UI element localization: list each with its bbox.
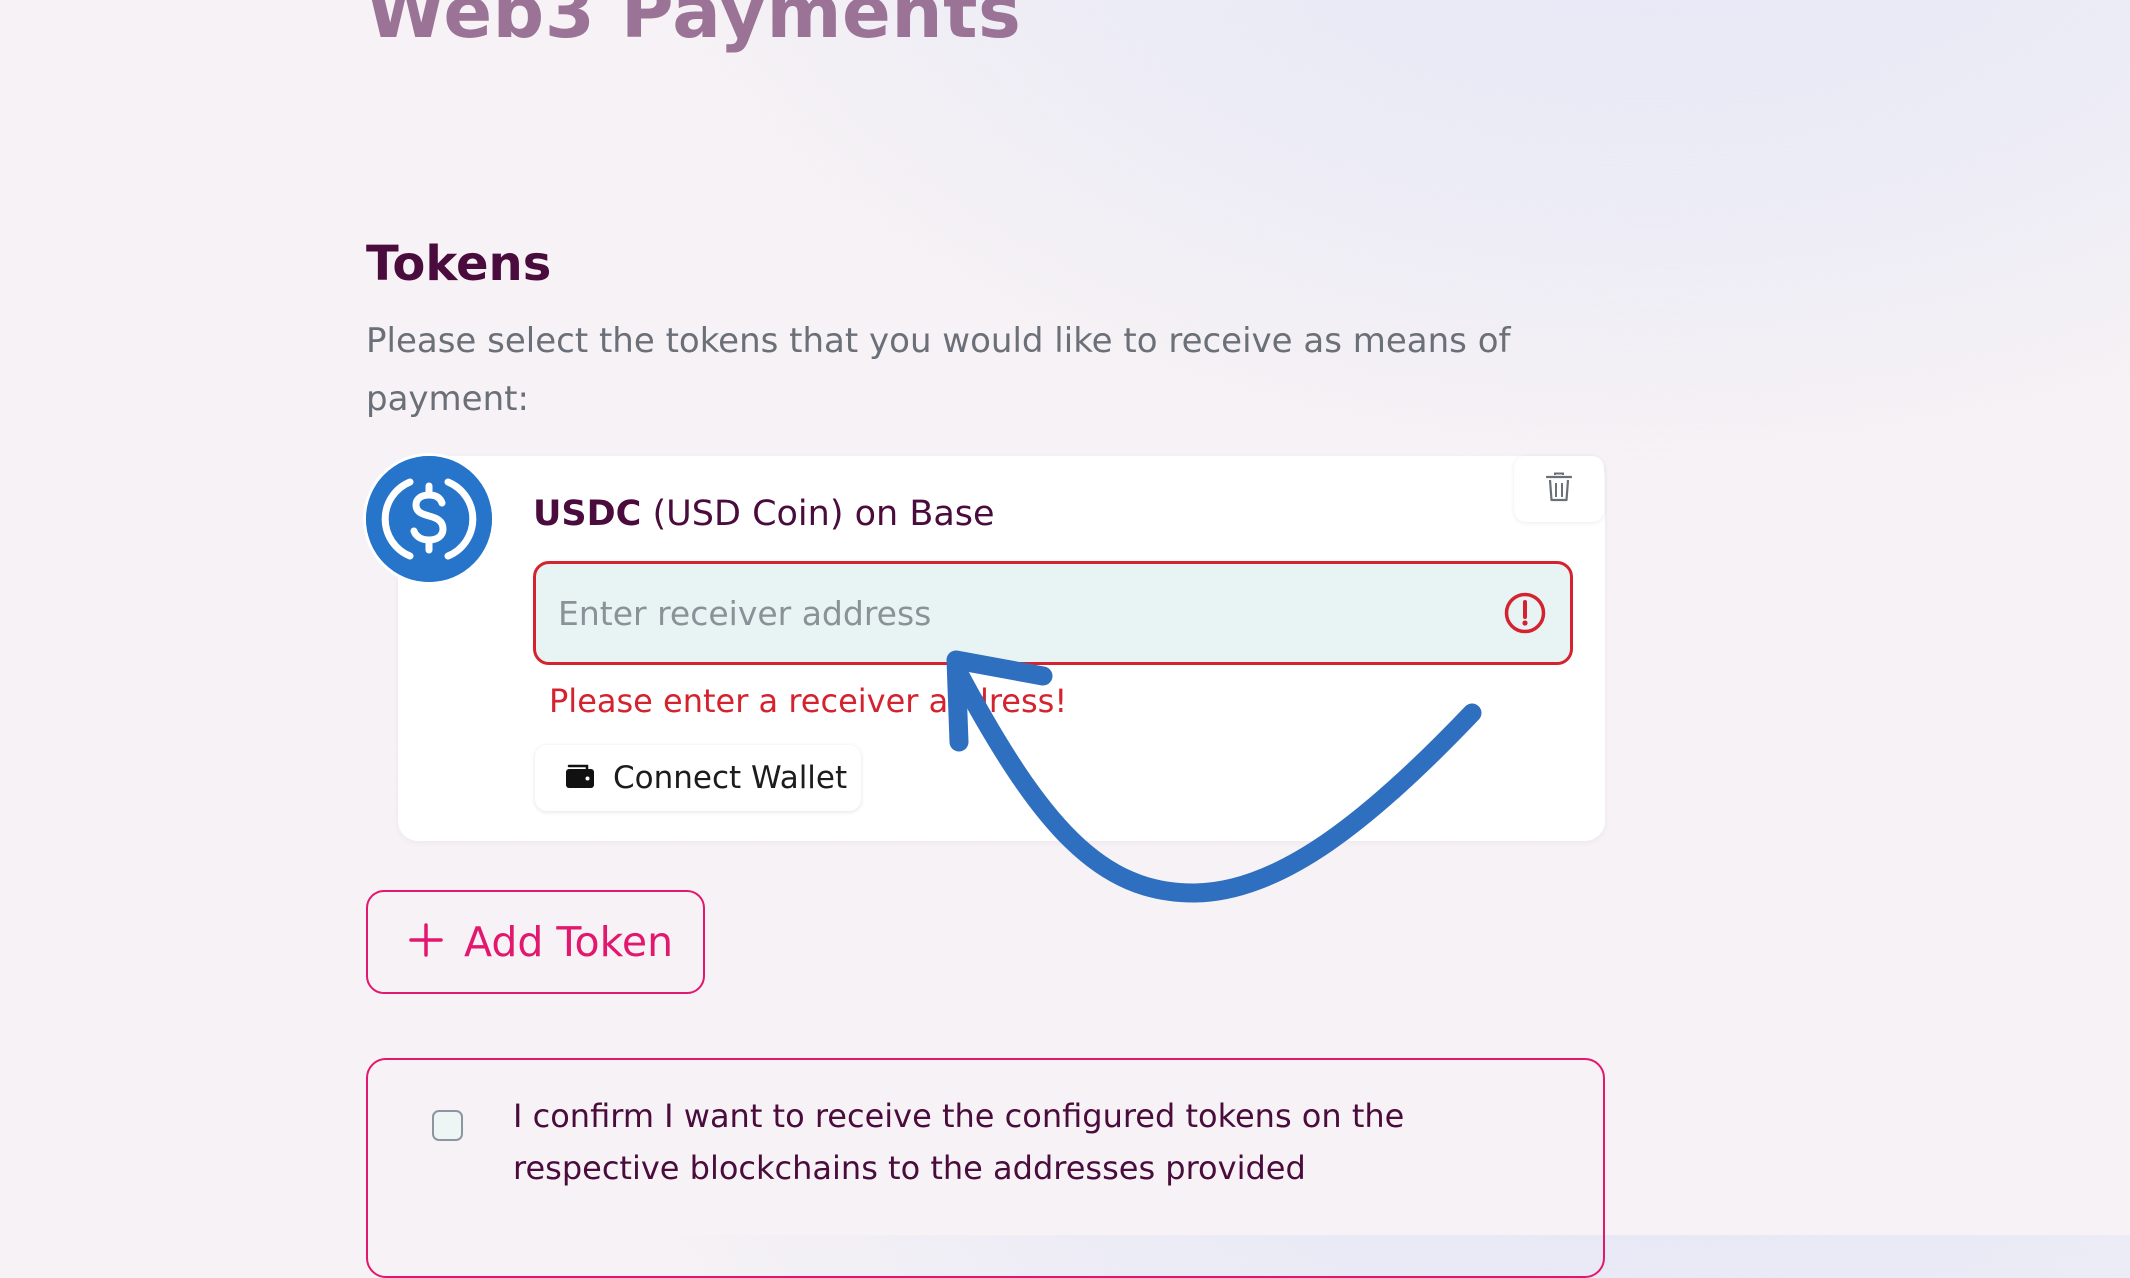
confirm-checkbox[interactable] bbox=[432, 1110, 463, 1141]
usdc-logo-icon bbox=[366, 456, 492, 582]
connect-wallet-button[interactable]: Connect Wallet bbox=[535, 745, 861, 811]
receiver-address-error: Please enter a receiver address! bbox=[549, 682, 1068, 720]
token-name: USDC (USD Coin) on Base bbox=[533, 494, 995, 534]
token-full-name: (USD Coin) on Base bbox=[641, 494, 995, 534]
tokens-section-title: Tokens bbox=[366, 236, 552, 292]
wallet-icon bbox=[565, 763, 595, 793]
confirm-panel: I confirm I want to receive the configur… bbox=[366, 1058, 1605, 1278]
connect-wallet-label: Connect Wallet bbox=[613, 760, 848, 796]
add-token-button[interactable]: Add Token bbox=[366, 890, 705, 994]
delete-token-button[interactable] bbox=[1514, 456, 1604, 522]
exclamation-circle-icon bbox=[1504, 592, 1546, 634]
trash-icon bbox=[1545, 472, 1573, 506]
receiver-address-input[interactable] bbox=[558, 564, 1458, 662]
receiver-address-field[interactable] bbox=[533, 561, 1573, 665]
tokens-section-description: Please select the tokens that you would … bbox=[366, 321, 1511, 419]
token-symbol: USDC bbox=[533, 494, 642, 534]
confirm-label: I confirm I want to receive the configur… bbox=[513, 1097, 1405, 1187]
plus-icon bbox=[408, 922, 444, 962]
add-token-label: Add Token bbox=[464, 918, 674, 966]
page-title: Web3 Payments bbox=[366, 0, 1022, 54]
